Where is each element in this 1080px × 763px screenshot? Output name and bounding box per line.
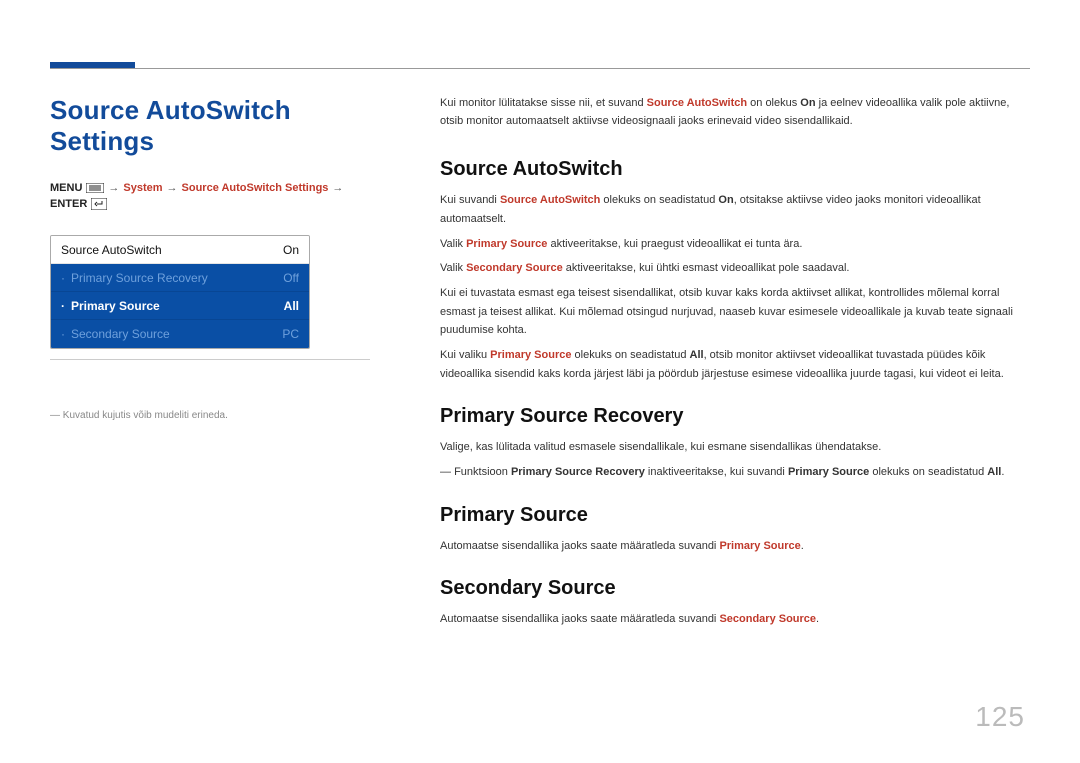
section-heading: Primary Source Recovery: [440, 405, 1030, 428]
intro-paragraph: Kui monitor lülitatakse sisse nii, et su…: [440, 95, 1030, 130]
enter-icon: [91, 198, 107, 210]
text: .: [1001, 466, 1004, 478]
osd-value: All: [284, 299, 299, 313]
osd-row-primary-source: Primary Source All: [51, 292, 309, 320]
highlight: All: [690, 349, 704, 361]
osd-value: PC: [282, 327, 299, 341]
breadcrumb-settings: Source AutoSwitch Settings: [182, 182, 329, 194]
text: olekuks on seadistatud: [571, 349, 689, 361]
right-column: Kui monitor lülitatakse sisse nii, et su…: [440, 95, 1030, 651]
section-heading: Secondary Source: [440, 577, 1030, 600]
text: inaktiveeritakse, kui suvandi: [645, 466, 788, 478]
text: Valik: [440, 238, 466, 250]
arrow-icon: →: [167, 182, 178, 194]
paragraph: Automaatse sisendallika jaoks saate määr…: [440, 610, 1030, 629]
breadcrumb: MENU → System → Source AutoSwitch Settin…: [50, 182, 370, 210]
menu-icon: [86, 183, 104, 193]
section-primary-source-recovery: Primary Source Recovery Valige, kas lüli…: [440, 405, 1030, 481]
page-number: 125: [975, 701, 1025, 733]
page-title: Source AutoSwitch Settings: [50, 95, 370, 157]
text: Kui valiku: [440, 349, 490, 361]
text: .: [816, 613, 819, 625]
osd-value: On: [283, 243, 299, 257]
text: Kui monitor lülitatakse sisse nii, et su…: [440, 97, 647, 109]
osd-label: Primary Source Recovery: [61, 271, 208, 285]
breadcrumb-enter-label: ENTER: [50, 198, 87, 210]
text: Valik: [440, 262, 466, 274]
manual-page: Source AutoSwitch Settings MENU → System…: [0, 0, 1080, 763]
highlight: Primary Source: [788, 466, 869, 478]
highlight: Primary Source Recovery: [511, 466, 645, 478]
text: aktiveeritakse, kui praegust videoallika…: [547, 238, 802, 250]
text: olekuks on seadistatud: [869, 466, 987, 478]
section-heading: Primary Source: [440, 504, 1030, 527]
osd-label: Primary Source: [61, 299, 160, 313]
highlight: Source AutoSwitch: [647, 97, 747, 109]
text: Kui suvandi: [440, 194, 500, 206]
arrow-icon: →: [108, 182, 119, 194]
left-footnote: Kuvatud kujutis võib mudeliti erineda.: [50, 410, 370, 421]
osd-row-source-autoswitch: Source AutoSwitch On: [51, 236, 309, 264]
osd-menu: Source AutoSwitch On Primary Source Reco…: [50, 235, 310, 349]
section-source-autoswitch: Source AutoSwitch Kui suvandi Source Aut…: [440, 158, 1030, 383]
section-heading: Source AutoSwitch: [440, 158, 1030, 181]
two-column-layout: Source AutoSwitch Settings MENU → System…: [50, 0, 1030, 651]
text: olekuks on seadistatud: [600, 194, 718, 206]
highlight: Secondary Source: [719, 613, 816, 625]
arrow-icon: →: [332, 182, 343, 194]
osd-label: Secondary Source: [61, 327, 170, 341]
paragraph: Valik Primary Source aktiveeritakse, kui…: [440, 235, 1030, 254]
highlight: On: [718, 194, 733, 206]
text: .: [801, 540, 804, 552]
osd-row-secondary-source: Secondary Source PC: [51, 320, 309, 348]
text: Funktsioon: [454, 466, 511, 478]
highlight: Primary Source: [490, 349, 571, 361]
left-divider: [50, 359, 370, 360]
highlight: Secondary Source: [466, 262, 563, 274]
header-rule: [50, 68, 1030, 69]
breadcrumb-menu-label: MENU: [50, 182, 82, 194]
paragraph: Automaatse sisendallika jaoks saate määr…: [440, 537, 1030, 556]
footnote: Funktsioon Primary Source Recovery inakt…: [440, 463, 1030, 482]
text: aktiveeritakse, kui ühtki esmast videoal…: [563, 262, 850, 274]
text: Automaatse sisendallika jaoks saate määr…: [440, 540, 719, 552]
left-column: Source AutoSwitch Settings MENU → System…: [50, 95, 370, 651]
text: Automaatse sisendallika jaoks saate määr…: [440, 613, 719, 625]
section-primary-source: Primary Source Automaatse sisendallika j…: [440, 504, 1030, 556]
highlight: Source AutoSwitch: [500, 194, 600, 206]
osd-row-primary-source-recovery: Primary Source Recovery Off: [51, 264, 309, 292]
paragraph: Valik Secondary Source aktiveeritakse, k…: [440, 259, 1030, 278]
paragraph: Kui valiku Primary Source olekuks on sea…: [440, 346, 1030, 383]
breadcrumb-system: System: [123, 182, 162, 194]
highlight: On: [800, 97, 815, 109]
osd-value: Off: [283, 271, 299, 285]
osd-label: Source AutoSwitch: [61, 243, 162, 257]
highlight: Primary Source: [466, 238, 547, 250]
text: on olekus: [747, 97, 800, 109]
paragraph: Kui suvandi Source AutoSwitch olekuks on…: [440, 191, 1030, 228]
highlight: All: [987, 466, 1001, 478]
section-secondary-source: Secondary Source Automaatse sisendallika…: [440, 577, 1030, 629]
paragraph: Valige, kas lülitada valitud esmasele si…: [440, 438, 1030, 457]
highlight: Primary Source: [719, 540, 800, 552]
paragraph: Kui ei tuvastata esmast ega teisest sise…: [440, 284, 1030, 340]
